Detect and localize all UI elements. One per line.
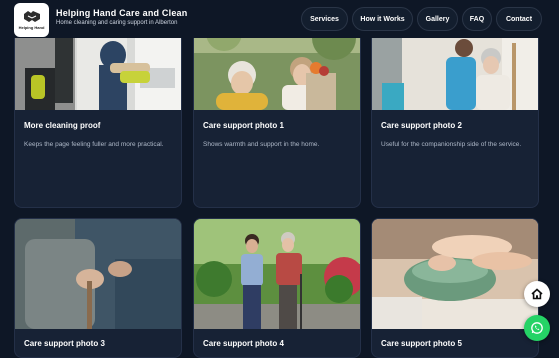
nav-gallery[interactable]: Gallery [417,7,458,31]
nav-how-it-works[interactable]: How it Works [352,7,413,31]
gallery-card[interactable]: Care support photo 2 Useful for the comp… [371,12,539,208]
card-title: Care support photo 3 [24,339,105,348]
home-icon [531,288,543,300]
card-description: Useful for the companionship side of the… [381,141,522,148]
brand-tagline: Home cleaning and caring support in Albe… [56,20,178,26]
handshake-logo-icon [23,11,40,22]
whatsapp-icon [531,322,543,334]
gallery-card[interactable]: More cleaning proof Keeps the page feeli… [14,12,182,208]
card-title: Care support photo 2 [381,121,462,130]
care-photo [372,219,538,329]
site-header: Helping Hand Helping Hand Care and Clean… [0,0,559,38]
nav-contact[interactable]: Contact [496,7,542,31]
home-button[interactable] [524,281,550,307]
care-photo [194,219,360,329]
whatsapp-button[interactable] [524,315,550,341]
gallery-card[interactable]: Care support photo 1 Shows warmth and su… [193,12,361,208]
care-photo [15,219,181,329]
card-title: Care support photo 5 [381,339,462,348]
nav-services[interactable]: Services [301,7,348,31]
gallery-card[interactable]: Care support photo 3 [14,218,182,358]
card-description: Keeps the page feeling fuller and more p… [24,141,164,148]
card-description: Shows warmth and support in the home. [203,141,320,148]
brand-name: Helping Hand Care and Clean [56,8,188,18]
card-title: Care support photo 4 [203,339,284,348]
gallery-card[interactable]: Care support photo 4 [193,218,361,358]
brand-logo[interactable]: Helping Hand [14,3,49,37]
card-title: Care support photo 1 [203,121,284,130]
gallery-card[interactable]: Care support photo 5 [371,218,539,358]
card-title: More cleaning proof [24,121,101,130]
logo-text: Helping Hand [18,25,45,30]
nav-faq[interactable]: FAQ [462,7,492,31]
